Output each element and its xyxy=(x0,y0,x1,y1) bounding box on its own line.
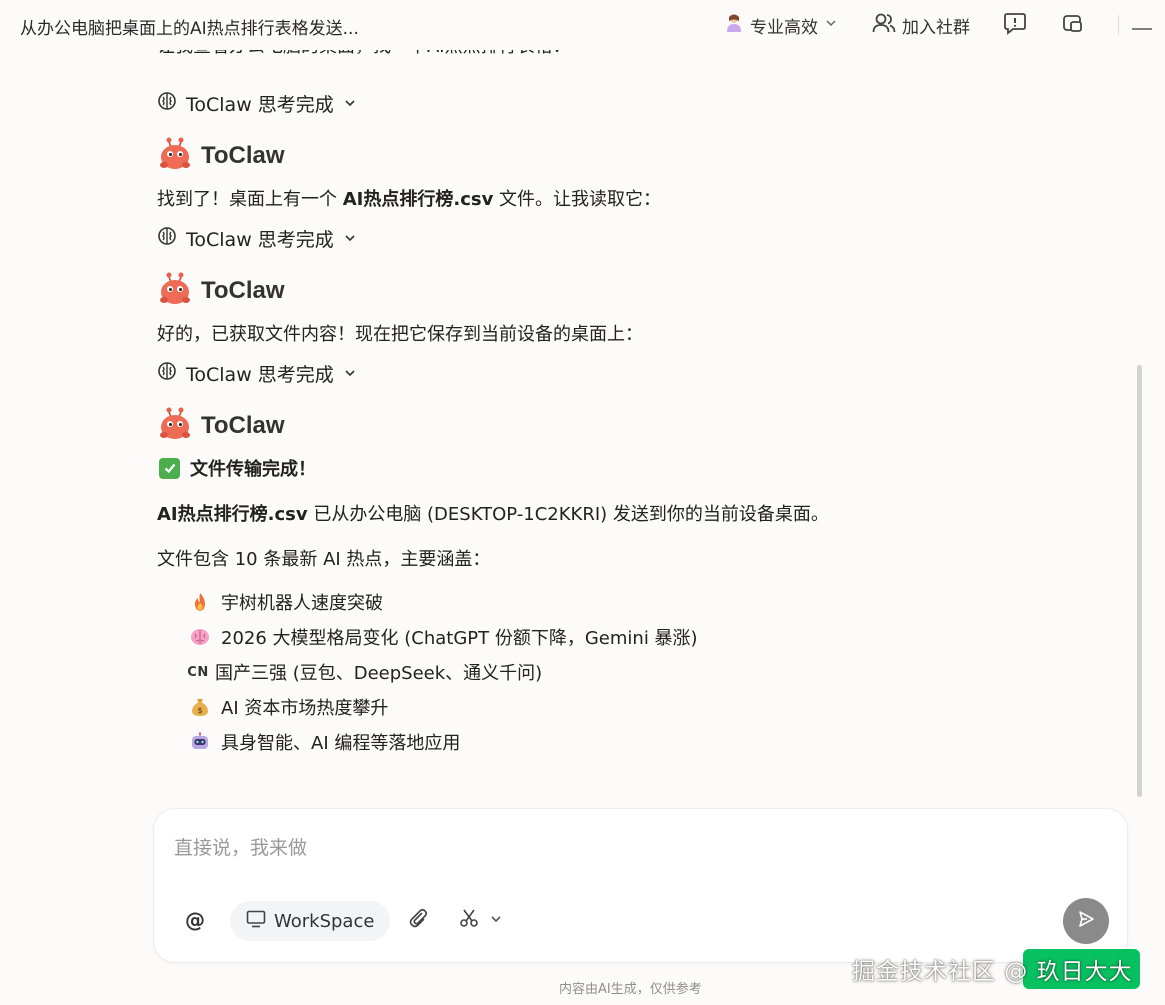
attach-button[interactable] xyxy=(406,908,430,932)
chevron-down-icon xyxy=(343,363,357,385)
chevron-down-icon xyxy=(343,93,357,115)
window-icon xyxy=(1062,12,1084,38)
thinking-label: ToClaw 思考完成 xyxy=(186,229,334,251)
cn-flag-icon: CN xyxy=(187,664,209,680)
fire-icon xyxy=(189,591,211,613)
chevron-down-icon xyxy=(824,15,838,35)
chat-scroll-area[interactable]: 让我查看办公电脑的桌面，找一下AI热点排行表格： ToClaw 思考完成 ToC… xyxy=(0,50,1165,800)
message-text: AI热点排行榜.csv 已从办公电脑 (DESKTOP-1C2KKRI) 发送到… xyxy=(157,500,829,526)
title-bar: 从办公电脑把桌面上的AI热点排行表格发送... 专业高效 加入社群 xyxy=(0,0,1165,50)
money-bag-icon: $ xyxy=(189,696,211,718)
list-item: $ AI 资本市场热度攀升 xyxy=(189,694,388,720)
agent-name: ToClaw xyxy=(201,412,285,439)
crab-avatar-icon xyxy=(157,271,193,311)
crab-avatar-icon xyxy=(157,406,193,446)
message-composer: @ WorkSpace xyxy=(153,808,1128,963)
brain-outline-icon xyxy=(157,361,177,386)
send-button[interactable] xyxy=(1063,898,1109,944)
message-segment: 已从办公电脑 (DESKTOP-1C2KKRI) 发送到你的当前设备桌面。 xyxy=(307,504,829,525)
agent-header: ToClaw xyxy=(157,136,285,176)
feedback-icon xyxy=(1003,11,1027,39)
list-item-text: 2026 大模型格局变化 (ChatGPT 份额下降，Gemini 暴涨) xyxy=(221,628,698,649)
workspace-button[interactable]: WorkSpace xyxy=(230,901,391,941)
paperclip-icon xyxy=(407,907,429,933)
agent-name: ToClaw xyxy=(201,277,285,304)
scissors-icon xyxy=(459,908,479,932)
message-text: 让我查看办公电脑的桌面，找一下AI热点排行表格： xyxy=(157,50,571,60)
thinking-toggle[interactable]: ToClaw 思考完成 xyxy=(157,360,357,387)
transfer-complete-heading: 文件传输完成！ xyxy=(159,455,316,481)
message-input[interactable] xyxy=(174,833,1074,863)
scrollbar-thumb[interactable] xyxy=(1137,365,1142,797)
brain-outline-icon xyxy=(157,91,177,116)
thinking-label: ToClaw 思考完成 xyxy=(186,364,334,386)
workspace-label: WorkSpace xyxy=(274,910,375,932)
conversation-title[interactable]: 从办公电脑把桌面上的AI热点排行表格发送... xyxy=(20,14,359,39)
top-actions: 专业高效 加入社群 xyxy=(724,0,1165,50)
mode-label: 专业高效 xyxy=(750,17,818,38)
chevron-down-icon xyxy=(343,228,357,250)
agent-name: ToClaw xyxy=(201,142,285,169)
list-item-text: 宇树机器人速度突破 xyxy=(221,593,383,614)
message-segment: 找到了！桌面上有一个 xyxy=(157,189,343,210)
monitor-icon xyxy=(246,910,266,933)
list-item-text: 具身智能、AI 编程等落地应用 xyxy=(221,733,461,754)
brain-icon xyxy=(189,626,211,648)
list-item: 2026 大模型格局变化 (ChatGPT 份额下降，Gemini 暴涨) xyxy=(189,624,698,650)
check-mark-icon xyxy=(159,457,180,479)
watermark: 掘金技术社区 @ 玖日大大 xyxy=(852,959,1133,985)
list-item: 具身智能、AI 编程等落地应用 xyxy=(189,729,460,755)
disclaimer-text: 内容由AI生成，仅供参考 xyxy=(559,982,702,997)
chevron-down-icon xyxy=(489,911,503,930)
crab-avatar-icon xyxy=(157,136,193,176)
message-text: 好的，已获取文件内容！现在把它保存到当前设备的桌面上： xyxy=(157,324,643,345)
users-icon xyxy=(872,12,896,39)
agent-header: ToClaw xyxy=(157,406,285,446)
list-item-text: 国产三强 (豆包、DeepSeek、通义千问) xyxy=(215,663,543,684)
window-toggle-button[interactable] xyxy=(1060,12,1086,38)
done-title: 文件传输完成！ xyxy=(190,459,316,480)
file-name: AI热点排行榜.csv xyxy=(342,189,494,210)
message-segment: 文件。让我读取它： xyxy=(493,189,662,210)
list-item: CN 国产三强 (豆包、DeepSeek、通义千问) xyxy=(187,659,542,685)
message-text: 找到了！桌面上有一个 AI热点排行榜.csv 文件。让我读取它： xyxy=(157,185,661,211)
mode-selector[interactable]: 专业高效 xyxy=(724,13,838,38)
list-item: 宇树机器人速度突破 xyxy=(189,589,383,615)
join-community-button[interactable]: 加入社群 xyxy=(872,12,970,39)
list-item-text: AI 资本市场热度攀升 xyxy=(221,698,389,719)
community-label: 加入社群 xyxy=(902,17,970,38)
brain-outline-icon xyxy=(157,226,177,251)
minimize-button[interactable] xyxy=(1131,12,1153,38)
toolbar-divider xyxy=(1118,15,1119,35)
screenshot-button[interactable] xyxy=(459,908,503,932)
robot-icon xyxy=(189,731,211,753)
feedback-button[interactable] xyxy=(1002,12,1028,38)
user-avatar-icon xyxy=(724,13,744,38)
thinking-toggle[interactable]: ToClaw 思考完成 xyxy=(157,90,357,117)
summary-intro: 文件包含 10 条最新 AI 热点，主要涵盖： xyxy=(157,549,491,570)
mention-button[interactable]: @ xyxy=(182,907,208,933)
thinking-label: ToClaw 思考完成 xyxy=(186,94,334,116)
thinking-toggle[interactable]: ToClaw 思考完成 xyxy=(157,225,357,252)
send-icon xyxy=(1076,909,1096,933)
agent-header: ToClaw xyxy=(157,271,285,311)
minimize-icon xyxy=(1132,16,1152,35)
svg-text:$: $ xyxy=(197,706,203,715)
file-name: AI热点排行榜.csv xyxy=(157,504,308,525)
